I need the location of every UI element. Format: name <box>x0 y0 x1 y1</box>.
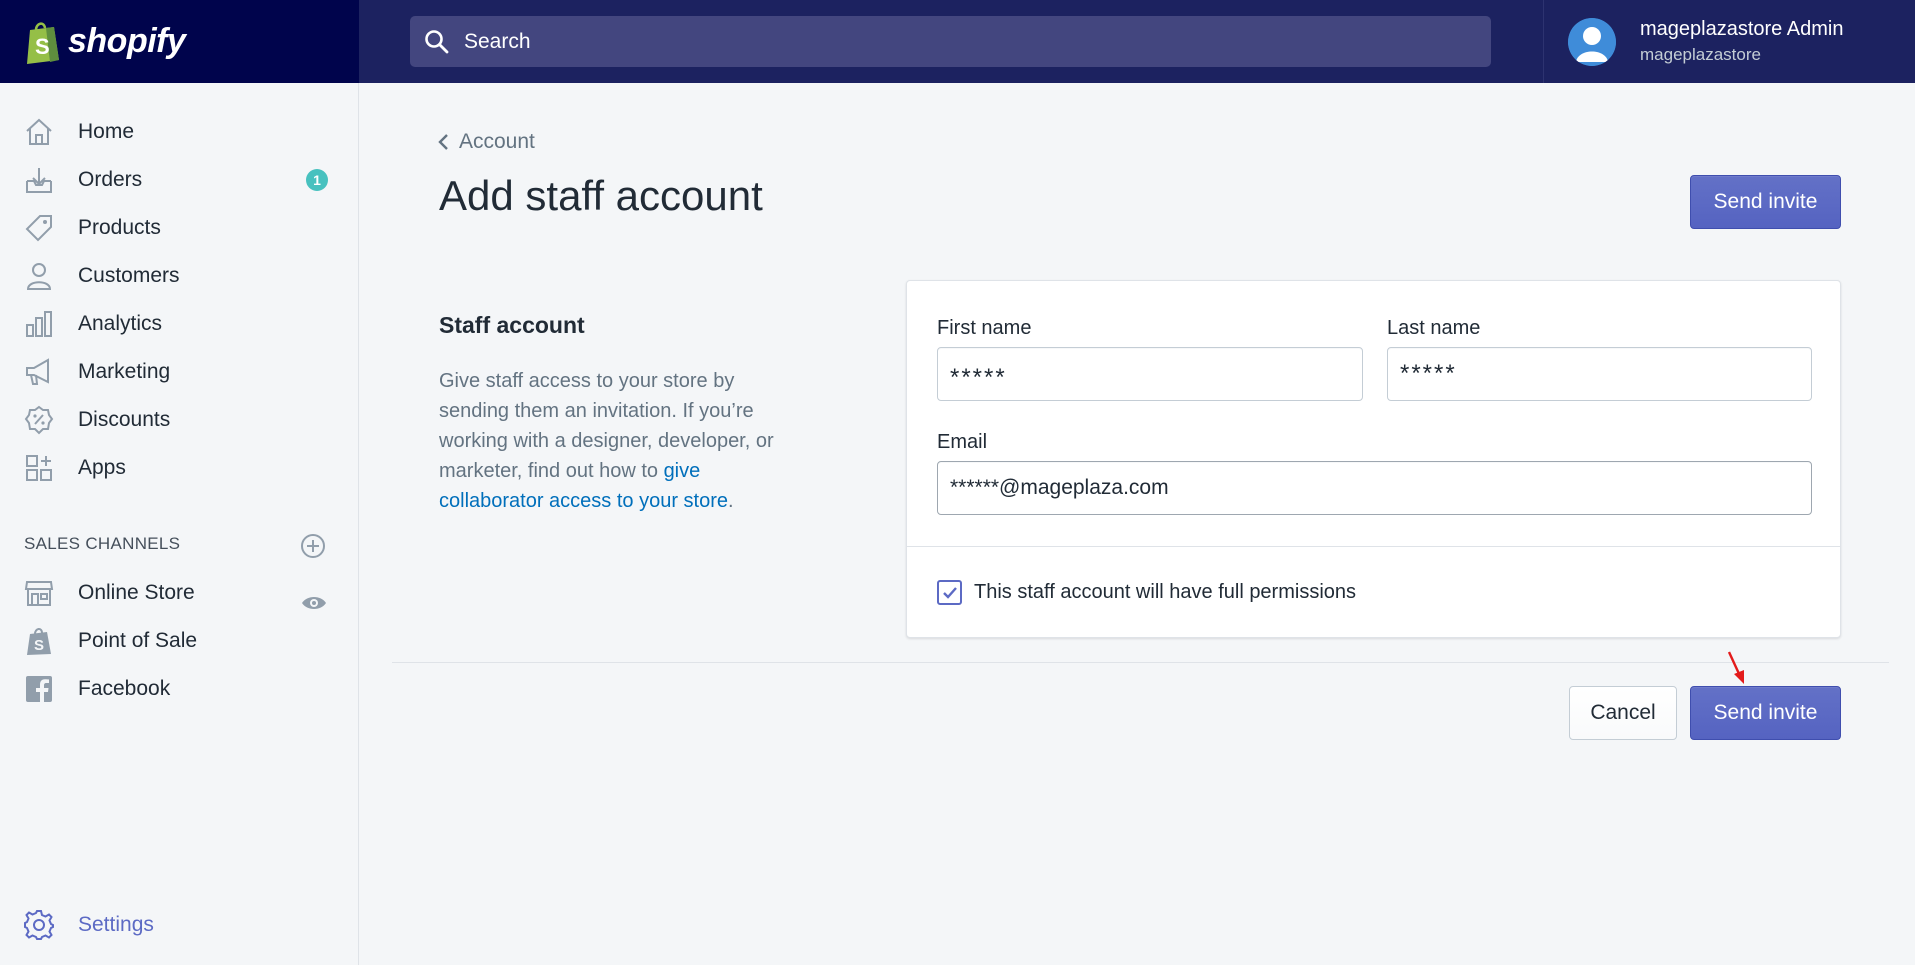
sidebar-item-label: Customers <box>78 264 180 287</box>
store-icon <box>23 577 55 609</box>
card-divider <box>907 546 1840 547</box>
section-description-text: Give staff access to your store by sendi… <box>439 370 774 482</box>
email-field[interactable]: ******@mageplaza.com <box>937 461 1812 515</box>
section-description: Give staff access to your store by sendi… <box>439 366 809 516</box>
sidebar-item-marketing[interactable]: Marketing <box>0 350 358 394</box>
sidebar-item-apps[interactable]: Apps <box>0 446 358 490</box>
search-placeholder: Search <box>464 29 531 53</box>
send-invite-button-top[interactable]: Send invite <box>1690 175 1841 229</box>
section-heading: Staff account <box>439 312 585 338</box>
annotation-arrow-icon <box>1727 651 1744 684</box>
page-title: Add staff account <box>439 172 763 219</box>
orders-icon <box>23 164 55 196</box>
email-label: Email <box>937 431 988 453</box>
orders-count-badge: 1 <box>306 169 328 191</box>
avatar <box>1568 17 1616 66</box>
sidebar-item-customers[interactable]: Customers <box>0 254 358 298</box>
top-bar: S shopify Search mageplazastore Admin ma… <box>0 0 1915 83</box>
gear-icon <box>23 909 55 941</box>
user-menu[interactable]: mageplazastore Admin mageplazastore <box>1543 0 1915 83</box>
last-name-label: Last name <box>1387 317 1481 339</box>
breadcrumb[interactable]: Account <box>437 130 535 154</box>
sales-channels-header: SALES CHANNELS <box>24 534 181 553</box>
svg-text:S: S <box>35 34 50 59</box>
sidebar-item-label: Point of Sale <box>78 629 198 652</box>
apps-icon <box>23 452 55 484</box>
staff-account-card: First name ***** Last name ***** Email *… <box>906 280 1841 638</box>
first-name-field[interactable]: ***** <box>937 347 1363 401</box>
facebook-icon <box>23 673 55 705</box>
send-invite-button[interactable]: Send invite <box>1690 686 1841 740</box>
checkmark-icon <box>942 586 957 599</box>
user-store: mageplazastore <box>1640 45 1761 64</box>
svg-text:S: S <box>34 637 44 654</box>
home-icon <box>23 116 55 148</box>
search-input[interactable]: Search <box>410 16 1491 67</box>
pos-bag-icon: S <box>23 625 55 657</box>
bar-chart-icon <box>23 308 55 340</box>
sidebar-item-home[interactable]: Home <box>0 110 358 154</box>
first-name-label: First name <box>937 317 1032 339</box>
full-permissions-checkbox[interactable] <box>937 580 962 605</box>
last-name-field[interactable]: ***** <box>1387 347 1812 401</box>
user-name: mageplazastore Admin <box>1640 18 1844 40</box>
email-value: ******@mageplaza.com <box>950 476 1169 499</box>
search-icon <box>425 29 449 53</box>
sidebar-item-label: Facebook <box>78 677 171 700</box>
megaphone-icon <box>23 356 55 388</box>
sidebar-item-point-of-sale[interactable]: S Point of Sale <box>0 619 358 663</box>
first-name-value: ***** <box>950 364 1007 391</box>
sidebar-item-label: Analytics <box>78 312 163 335</box>
page-divider <box>392 662 1889 663</box>
sidebar-item-label: Products <box>78 216 161 239</box>
sidebar-item-label: Apps <box>78 456 126 479</box>
sidebar-item-analytics[interactable]: Analytics <box>0 302 358 346</box>
sidebar-item-label: Marketing <box>78 360 171 383</box>
sidebar-item-label: Home <box>78 120 135 143</box>
sidebar-item-label: Online Store <box>78 581 195 604</box>
sidebar-item-discounts[interactable]: Discounts <box>0 398 358 442</box>
sidebar: Home Orders 1 Products Customers Analyti… <box>0 83 359 965</box>
sidebar-item-label: Settings <box>78 913 154 936</box>
discount-icon <box>23 404 55 436</box>
sidebar-item-facebook[interactable]: Facebook <box>0 667 358 711</box>
shopify-logo[interactable]: S shopify <box>0 0 359 83</box>
eye-icon[interactable] <box>300 593 328 613</box>
sidebar-item-orders[interactable]: Orders 1 <box>0 158 358 202</box>
person-icon <box>23 260 55 292</box>
cancel-button[interactable]: Cancel <box>1569 686 1677 740</box>
last-name-value: ***** <box>1400 360 1457 387</box>
sidebar-item-products[interactable]: Products <box>0 206 358 250</box>
tag-icon <box>23 212 55 244</box>
sidebar-item-label: Discounts <box>78 408 171 431</box>
chevron-left-icon <box>438 134 448 150</box>
section-description-end: . <box>728 490 734 512</box>
full-permissions-label: This staff account will have full permis… <box>974 581 1357 603</box>
brand-wordmark: shopify <box>68 22 186 60</box>
user-avatar-icon <box>1568 17 1616 66</box>
breadcrumb-label: Account <box>459 130 535 153</box>
sidebar-item-label: Orders <box>78 168 143 191</box>
add-channel-icon[interactable] <box>300 533 326 559</box>
sidebar-item-settings[interactable]: Settings <box>0 903 358 947</box>
shopify-bag-icon: S <box>27 21 59 64</box>
